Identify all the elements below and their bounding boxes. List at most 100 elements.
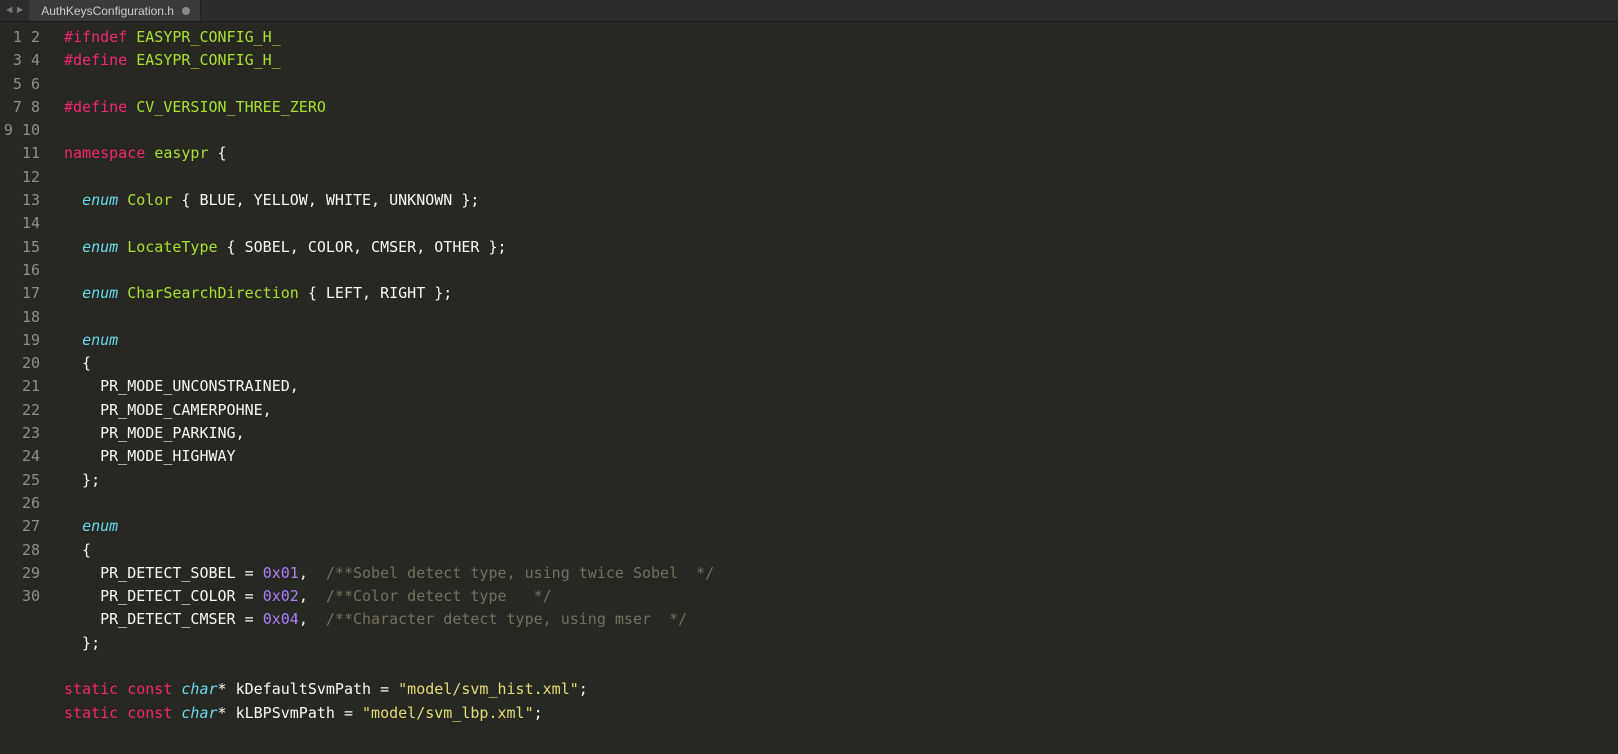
code-line[interactable]: #define CV_VERSION_THREE_ZERO	[64, 96, 1618, 119]
token: ,	[299, 610, 326, 628]
token: PR_DETECT_CMSER =	[64, 610, 263, 628]
token: PR_MODE_HIGHWAY	[64, 447, 236, 465]
tab-file-label: AuthKeysConfiguration.h	[41, 4, 174, 18]
token: #ifndef	[64, 28, 127, 46]
token: char	[181, 680, 217, 698]
token: {	[209, 144, 227, 162]
token: EASYPR_CONFIG_H_	[136, 51, 281, 69]
code-area[interactable]: #ifndef EASYPR_CONFIG_H_#define EASYPR_C…	[50, 26, 1618, 725]
token: PR_DETECT_COLOR =	[64, 587, 263, 605]
editor[interactable]: 1 2 3 4 5 6 7 8 9 10 11 12 13 14 15 16 1…	[0, 22, 1618, 754]
token: LocateType	[127, 238, 217, 256]
token: };	[64, 471, 100, 489]
token	[64, 284, 82, 302]
tab-nav: ◄ ►	[0, 0, 29, 21]
code-line[interactable]: enum LocateType { SOBEL, COLOR, CMSER, O…	[64, 236, 1618, 259]
token: ;	[534, 704, 543, 722]
code-line[interactable]: namespace easypr {	[64, 142, 1618, 165]
token: /**Character detect type, using mser */	[326, 610, 687, 628]
token	[118, 704, 127, 722]
token: * kDefaultSvmPath =	[218, 680, 399, 698]
token: ,	[299, 587, 326, 605]
token	[118, 284, 127, 302]
token: * kLBPSvmPath =	[218, 704, 363, 722]
code-line[interactable]	[64, 655, 1618, 678]
token: easypr	[154, 144, 208, 162]
code-line[interactable]: enum CharSearchDirection { LEFT, RIGHT }…	[64, 282, 1618, 305]
code-line[interactable]	[64, 212, 1618, 235]
code-line[interactable]	[64, 166, 1618, 189]
tab-bar: ◄ ► AuthKeysConfiguration.h	[0, 0, 1618, 22]
token: 0x01	[263, 564, 299, 582]
tab-dirty-indicator-icon	[182, 7, 190, 15]
token: enum	[82, 238, 118, 256]
token: PR_DETECT_SOBEL =	[64, 564, 263, 582]
token	[127, 51, 136, 69]
code-line[interactable]: PR_MODE_CAMERPOHNE,	[64, 399, 1618, 422]
token: 0x02	[263, 587, 299, 605]
token: PR_MODE_UNCONSTRAINED,	[64, 377, 299, 395]
token: Color	[127, 191, 172, 209]
token	[127, 28, 136, 46]
code-line[interactable]: enum	[64, 515, 1618, 538]
token: static	[64, 680, 118, 698]
token: #define	[64, 98, 127, 116]
token	[118, 680, 127, 698]
code-line[interactable]: };	[64, 632, 1618, 655]
token: enum	[82, 191, 118, 209]
token: /**Color detect type */	[326, 587, 552, 605]
token: { SOBEL, COLOR, CMSER, OTHER };	[218, 238, 507, 256]
code-line[interactable]: {	[64, 539, 1618, 562]
tab-file[interactable]: AuthKeysConfiguration.h	[29, 0, 201, 21]
token: PR_MODE_PARKING,	[64, 424, 245, 442]
code-line[interactable]	[64, 306, 1618, 329]
token: { LEFT, RIGHT };	[299, 284, 453, 302]
code-line[interactable]: PR_MODE_UNCONSTRAINED,	[64, 375, 1618, 398]
token: 0x04	[263, 610, 299, 628]
token: const	[127, 704, 172, 722]
code-line[interactable]: #ifndef EASYPR_CONFIG_H_	[64, 26, 1618, 49]
token	[118, 238, 127, 256]
token: EASYPR_CONFIG_H_	[136, 28, 281, 46]
line-number-gutter: 1 2 3 4 5 6 7 8 9 10 11 12 13 14 15 16 1…	[0, 26, 50, 608]
token: #define	[64, 51, 127, 69]
token: ;	[579, 680, 588, 698]
token	[64, 517, 82, 535]
nav-back-icon[interactable]: ◄	[6, 5, 13, 17]
token: enum	[82, 284, 118, 302]
code-line[interactable]: static const char* kLBPSvmPath = "model/…	[64, 702, 1618, 725]
code-line[interactable]	[64, 73, 1618, 96]
token: {	[64, 354, 91, 372]
token: const	[127, 680, 172, 698]
token: ,	[299, 564, 326, 582]
code-line[interactable]: #define EASYPR_CONFIG_H_	[64, 49, 1618, 72]
code-line[interactable]	[64, 119, 1618, 142]
token: static	[64, 704, 118, 722]
code-line[interactable]: {	[64, 352, 1618, 375]
code-line[interactable]: };	[64, 469, 1618, 492]
token: CharSearchDirection	[127, 284, 299, 302]
token: PR_MODE_CAMERPOHNE,	[64, 401, 272, 419]
token: /**Sobel detect type, using twice Sobel …	[326, 564, 714, 582]
code-line[interactable]: PR_DETECT_SOBEL = 0x01, /**Sobel detect …	[64, 562, 1618, 585]
token	[118, 191, 127, 209]
code-line[interactable]: PR_MODE_HIGHWAY	[64, 445, 1618, 468]
code-line[interactable]: PR_DETECT_COLOR = 0x02, /**Color detect …	[64, 585, 1618, 608]
token	[127, 98, 136, 116]
token: {	[64, 541, 91, 559]
code-line[interactable]: PR_DETECT_CMSER = 0x04, /**Character det…	[64, 608, 1618, 631]
token: char	[181, 704, 217, 722]
code-line[interactable]	[64, 492, 1618, 515]
token	[64, 331, 82, 349]
code-line[interactable]: static const char* kDefaultSvmPath = "mo…	[64, 678, 1618, 701]
token	[145, 144, 154, 162]
token: "model/svm_lbp.xml"	[362, 704, 534, 722]
code-line[interactable]: enum	[64, 329, 1618, 352]
token: enum	[82, 517, 118, 535]
token: };	[64, 634, 100, 652]
code-line[interactable]: enum Color { BLUE, YELLOW, WHITE, UNKNOW…	[64, 189, 1618, 212]
code-line[interactable]	[64, 259, 1618, 282]
code-line[interactable]: PR_MODE_PARKING,	[64, 422, 1618, 445]
nav-forward-icon[interactable]: ►	[17, 5, 24, 17]
token: enum	[82, 331, 118, 349]
